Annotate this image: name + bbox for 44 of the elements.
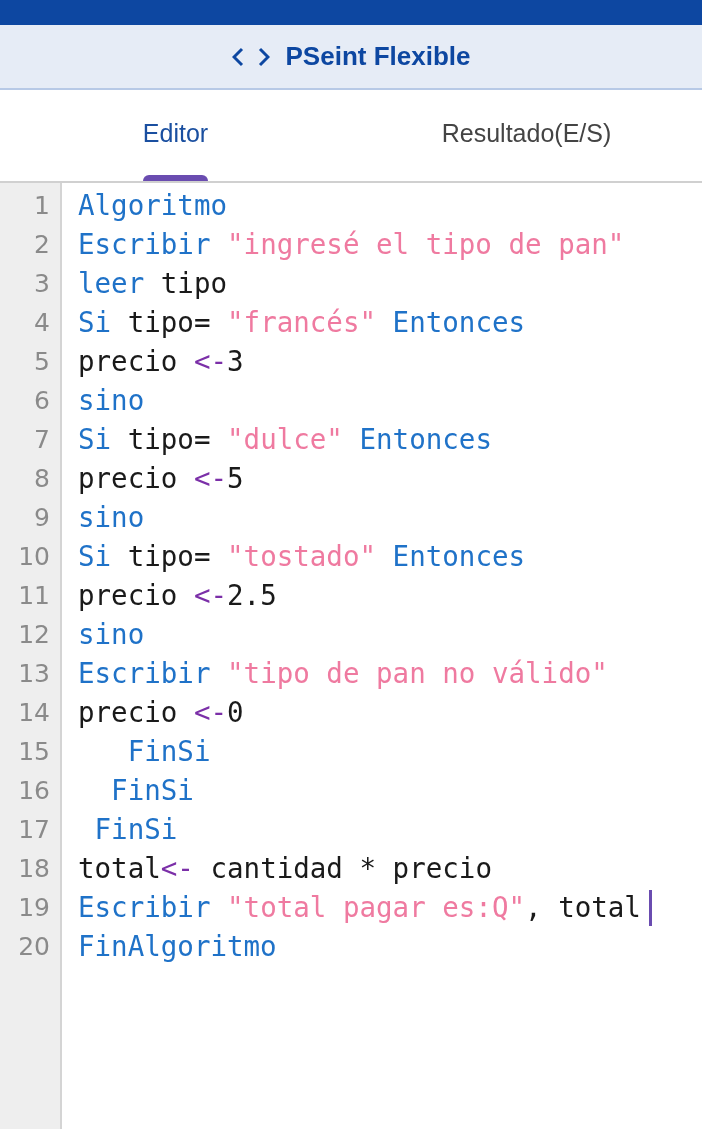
code-line: Escribir "tipo de pan no válido" <box>78 656 608 691</box>
code-line: FinSi <box>93 812 178 847</box>
line-number: 19 <box>17 892 51 924</box>
line-number: 5 <box>33 346 51 378</box>
line-number: 12 <box>17 619 51 651</box>
code-line: Escribir "total pagar es:Q", total <box>78 890 641 925</box>
code-line: FinSi <box>110 773 194 808</box>
line-number: 15 <box>17 736 51 768</box>
line-number: 14 <box>17 697 51 729</box>
code-icon <box>231 45 270 68</box>
code-line: sino <box>78 617 145 652</box>
code-line: sino <box>78 383 145 418</box>
code-line: Si tipo= "dulce" Entonces <box>78 422 492 457</box>
line-number: 11 <box>17 580 51 612</box>
code-line: precio <-0 <box>78 695 244 730</box>
line-number: 9 <box>33 502 51 534</box>
code-line: total<- cantidad * precio <box>78 851 492 886</box>
line-number: 10 <box>17 541 51 573</box>
code-line: precio <-3 <box>78 344 244 379</box>
code-line: leer tipo <box>78 266 228 301</box>
tab[interactable]: Resultado(E/S) <box>351 90 702 181</box>
line-number: 16 <box>17 775 51 807</box>
line-number: 18 <box>17 853 51 885</box>
line-number: 2 <box>33 229 51 261</box>
line-number: 6 <box>33 385 51 417</box>
code-line: precio <-2.5 <box>78 578 277 613</box>
code-line: Algoritmo <box>78 188 227 223</box>
line-number: 13 <box>17 658 51 690</box>
line-number: 1 <box>33 190 51 222</box>
code-line: sino <box>78 500 145 535</box>
code-line: Si tipo= "francés" Entonces <box>78 305 526 340</box>
app-title: PSeint Flexible <box>285 40 471 73</box>
line-number: 7 <box>33 424 51 456</box>
code-line: FinSi <box>126 734 211 769</box>
code-line: Escribir "ingresé el tipo de pan" <box>78 227 625 262</box>
code-line: FinAlgoritmo <box>78 929 277 964</box>
line-number: 8 <box>33 463 51 495</box>
tab[interactable]: Editor <box>0 90 351 181</box>
code-line: Si tipo= "tostado" Entonces <box>78 539 526 574</box>
code-line: precio <-5 <box>78 461 244 496</box>
line-number: 20 <box>17 931 51 963</box>
line-number: 17 <box>17 814 51 846</box>
line-number: 3 <box>33 268 51 300</box>
line-number: 4 <box>33 307 51 339</box>
